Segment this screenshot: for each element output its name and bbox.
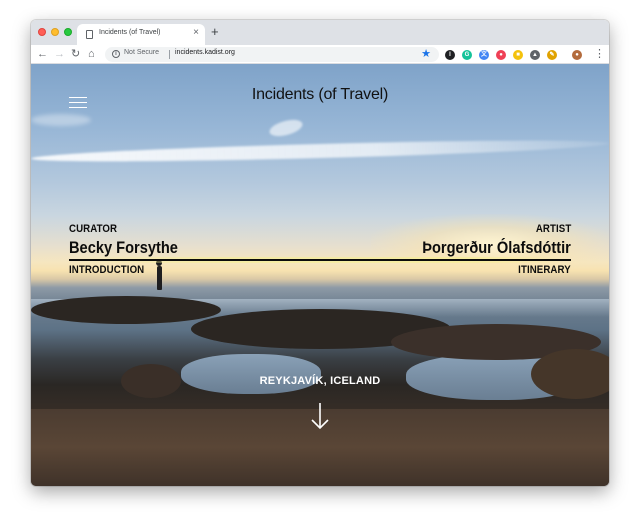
new-tab-button[interactable]: + xyxy=(211,24,219,40)
divider-line xyxy=(69,259,571,261)
page-content: Incidents (of Travel) CURATOR Becky Fors… xyxy=(31,64,609,486)
eyedropper-extension-icon[interactable]: ✎ xyxy=(547,50,557,60)
maximize-window-button[interactable] xyxy=(64,28,72,36)
back-button[interactable]: ← xyxy=(37,47,48,61)
browser-toolbar: ← → ↻ ⌂ i Not Secure incidents.kadist.or… xyxy=(31,45,609,64)
itinerary-link[interactable]: ITINERARY xyxy=(518,264,571,276)
tab-title: Incidents (of Travel) xyxy=(99,29,161,36)
cloud xyxy=(31,114,91,126)
minimize-window-button[interactable] xyxy=(51,28,59,36)
introduction-link[interactable]: INTRODUCTION xyxy=(69,264,144,276)
omnibox-divider xyxy=(169,50,170,59)
scroll-down-arrow-icon[interactable] xyxy=(310,402,330,430)
profile-avatar-icon[interactable]: ● xyxy=(572,50,582,60)
location-label: REYKJAVÍK, ICELAND xyxy=(259,375,381,387)
pocket-extension-icon[interactable]: ● xyxy=(496,50,506,60)
tab-strip: Incidents (of Travel) × + xyxy=(31,20,609,45)
security-status: Not Secure xyxy=(124,49,160,56)
reload-button[interactable]: ↻ xyxy=(71,47,80,61)
url-text[interactable]: incidents.kadist.org xyxy=(175,49,235,56)
cloud xyxy=(267,116,305,140)
forward-button[interactable]: → xyxy=(54,47,65,61)
cloud-streak xyxy=(31,136,609,166)
browser-window: Incidents (of Travel) × + ← → ↻ ⌂ i Not … xyxy=(31,20,609,486)
grammarly-extension-icon[interactable]: G xyxy=(462,50,472,60)
instapaper-extension-icon[interactable]: I xyxy=(445,50,455,60)
artist-label: ARTIST xyxy=(535,223,571,235)
notes-extension-icon[interactable]: ■ xyxy=(513,50,523,60)
curator-name[interactable]: Becky Forsythe xyxy=(69,238,178,258)
page-document-icon xyxy=(86,30,93,39)
site-title: Incidents (of Travel) xyxy=(251,86,389,103)
artist-name[interactable]: Þorgerður Ólafsdóttir xyxy=(422,238,571,258)
info-icon[interactable]: i xyxy=(112,50,120,58)
extension-icon[interactable]: ▲ xyxy=(530,50,540,60)
home-button[interactable]: ⌂ xyxy=(88,47,95,61)
curator-label: CURATOR xyxy=(69,223,118,235)
browser-tab[interactable]: Incidents (of Travel) × xyxy=(77,24,205,45)
tide-pool xyxy=(181,354,321,394)
tab-close-icon[interactable]: × xyxy=(193,27,199,39)
browser-menu-icon[interactable]: ⋮ xyxy=(594,47,605,61)
walking-person-body xyxy=(157,266,162,290)
address-bar[interactable]: i Not Secure incidents.kadist.org ★ xyxy=(105,47,439,62)
translate-extension-icon[interactable]: 文 xyxy=(479,50,489,60)
rock xyxy=(31,296,221,324)
bookmark-star-icon[interactable]: ★ xyxy=(421,47,431,61)
close-window-button[interactable] xyxy=(38,28,46,36)
